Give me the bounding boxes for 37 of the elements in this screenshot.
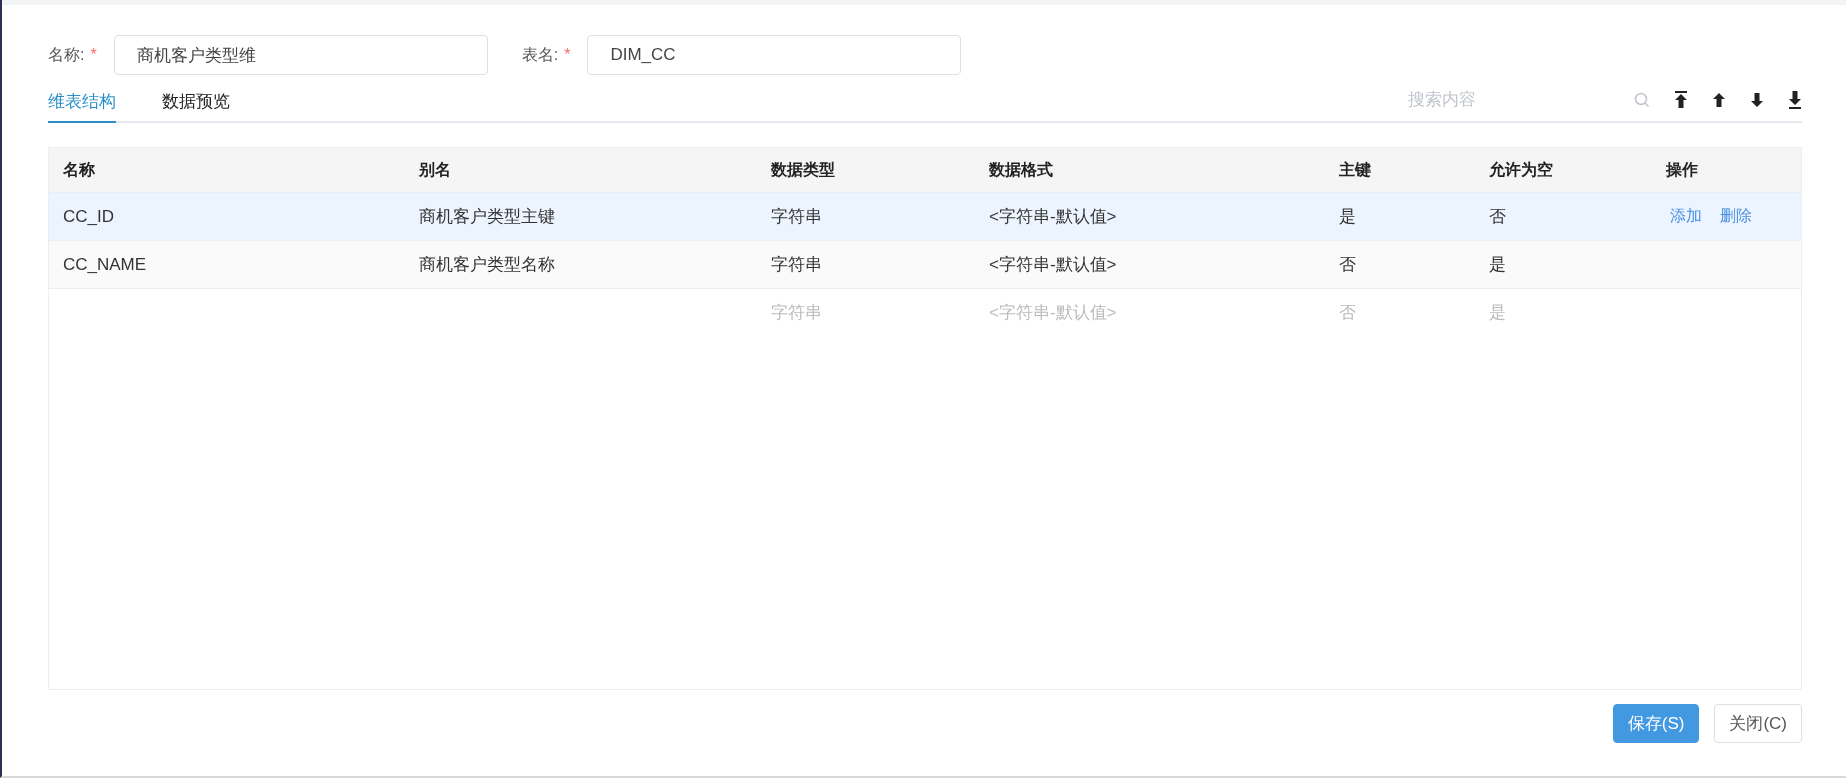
move-up-icon[interactable] [1712,92,1726,108]
required-mark: * [564,46,571,64]
column-header: 别名 [418,159,452,180]
column-header: 数据格式 [988,159,1054,180]
move-bottom-icon[interactable] [1788,91,1802,109]
tab[interactable]: 数据预览 [162,88,230,123]
table-cell: 字符串 [771,255,822,274]
move-top-icon[interactable] [1674,91,1688,109]
table-cell: <字符串-默认值> [989,255,1117,274]
field-label: 名称: [48,44,85,65]
table-cell: <字符串-默认值> [989,303,1117,322]
close-button[interactable]: 关闭(C) [1714,704,1802,743]
move-down-icon[interactable] [1750,92,1764,108]
column-header: 名称 [62,159,96,180]
table-cell: 否 [1339,303,1356,322]
field-label: 表名: [521,44,559,65]
column-header: 允许为空 [1488,159,1554,180]
table-cell: <字符串-默认值> [989,207,1117,226]
table-cell: 是 [1489,303,1506,322]
table-cell: CC_NAME [63,254,147,274]
table-cell: 字符串 [771,207,822,226]
column-header: 操作 [1664,159,1699,180]
table-cell: 商机客户类型名称 [419,255,555,274]
tab[interactable]: 维表结构 [48,88,116,123]
column-header: 数据类型 [770,159,836,180]
text-field[interactable]: DIM_CC [587,35,962,75]
table-cell: 是 [1489,255,1506,274]
table-cell: 是 [1339,207,1356,226]
table-cell: 否 [1339,255,1356,274]
table-cell: CC_ID [63,206,114,226]
table-cell: 商机客户类型主键 [419,207,555,226]
required-mark: * [90,46,97,64]
table-cell: 否 [1489,207,1506,226]
column-header: 主键 [1338,159,1372,180]
table-row[interactable]: CC_NAME 商机客户类型名称 字符串 <字符串-默认值> 否 是 [49,240,1801,288]
table-cell: 字符串 [771,303,822,322]
text-field[interactable]: 商机客户类型维 [113,35,488,75]
